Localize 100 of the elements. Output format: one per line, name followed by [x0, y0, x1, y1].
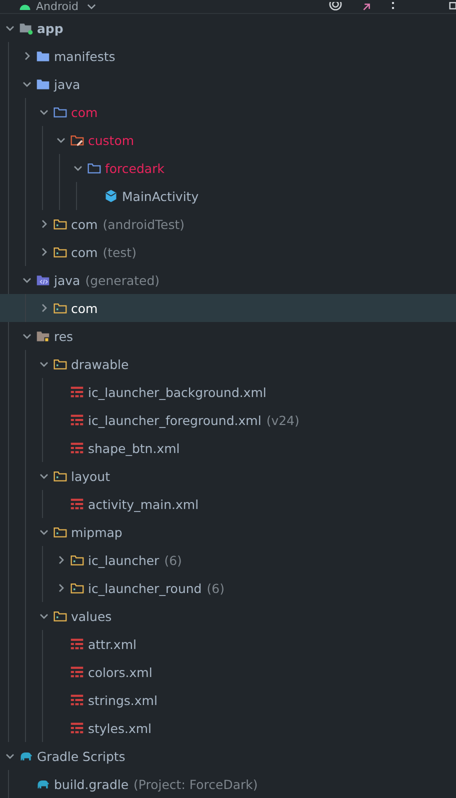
- item-label: colors.xml: [88, 664, 152, 680]
- item-note: (test): [102, 244, 136, 260]
- folder-icon: [53, 609, 67, 623]
- folder-icon: [53, 469, 67, 483]
- tree-item[interactable]: com: [0, 294, 456, 322]
- tree-item[interactable]: res: [0, 322, 456, 350]
- item-label: com: [71, 216, 98, 232]
- item-label: build.gradle: [54, 776, 129, 792]
- tree-item[interactable]: java: [0, 70, 456, 98]
- item-note: (v24): [266, 412, 300, 428]
- tree-item[interactable]: app: [0, 14, 456, 42]
- tree-item[interactable]: strings.xml: [0, 686, 456, 714]
- chevron-down-icon[interactable]: [22, 331, 32, 341]
- chevron-down-icon[interactable]: [5, 23, 15, 33]
- file-lines-icon: [70, 693, 84, 707]
- chevron-right-icon[interactable]: [22, 51, 32, 61]
- chevron-down-icon[interactable]: [22, 275, 32, 285]
- folder-icon: [53, 217, 67, 231]
- tree-item[interactable]: attr.xml: [0, 630, 456, 658]
- view-selector[interactable]: Android: [36, 0, 79, 12]
- folder-icon: [70, 553, 84, 567]
- file-lines-icon: [70, 665, 84, 679]
- tree-item[interactable]: values: [0, 602, 456, 630]
- chevron-down-icon[interactable]: [39, 611, 49, 621]
- chevron-right-icon[interactable]: [39, 303, 49, 313]
- item-label: manifests: [54, 48, 116, 64]
- item-label: ic_launcher_foreground.xml: [88, 412, 262, 428]
- tree-item[interactable]: activity_main.xml: [0, 490, 456, 518]
- tree-item[interactable]: java (generated): [0, 266, 456, 294]
- item-label: mipmap: [71, 524, 122, 540]
- item-label: com: [71, 300, 98, 316]
- item-label: app: [37, 20, 64, 36]
- folder-icon: [87, 161, 101, 175]
- item-label: java: [54, 272, 80, 288]
- chevron-down-icon[interactable]: [73, 163, 83, 173]
- chevron-right-icon[interactable]: [56, 555, 66, 565]
- window-icon[interactable]: [449, 2, 456, 12]
- cube-icon: [104, 189, 118, 203]
- file-lines-icon: [70, 497, 84, 511]
- item-label: com: [71, 104, 98, 120]
- file-lines-icon: [70, 721, 84, 735]
- folder-icon: [53, 105, 67, 119]
- item-note: (Project: ForceDark): [134, 776, 258, 792]
- chevron-down-icon[interactable]: [39, 107, 49, 117]
- tree-item[interactable]: ic_launcher_foreground.xml (v24): [0, 406, 456, 434]
- tree-item[interactable]: custom: [0, 126, 456, 154]
- tree-item[interactable]: ic_launcher_background.xml: [0, 378, 456, 406]
- more-icon[interactable]: [391, 2, 395, 12]
- folder-icon: [53, 357, 67, 371]
- item-label: res: [54, 328, 74, 344]
- tree-item[interactable]: styles.xml: [0, 714, 456, 742]
- chevron-down-icon[interactable]: [39, 527, 49, 537]
- tree-item[interactable]: com: [0, 98, 456, 126]
- item-note: (6): [164, 552, 182, 568]
- chevron-right-icon[interactable]: [56, 583, 66, 593]
- file-lines-icon: [70, 637, 84, 651]
- tree-item[interactable]: colors.xml: [0, 658, 456, 686]
- folder-pencil-icon: [70, 133, 84, 147]
- folder-icon: [36, 77, 50, 91]
- file-lines-icon: [70, 413, 84, 427]
- chevron-right-icon[interactable]: [39, 219, 49, 229]
- tree-item[interactable]: shape_btn.xml: [0, 434, 456, 462]
- item-label: activity_main.xml: [88, 496, 199, 512]
- tree-item[interactable]: manifests: [0, 42, 456, 70]
- item-note: (generated): [85, 272, 160, 288]
- tree-item[interactable]: mipmap: [0, 518, 456, 546]
- item-label: java: [54, 76, 80, 92]
- item-note: (androidTest): [102, 216, 185, 232]
- tree-item[interactable]: forcedark: [0, 154, 456, 182]
- item-note: (6): [206, 580, 224, 596]
- target-icon[interactable]: [329, 2, 342, 12]
- folder-icon: [53, 245, 67, 259]
- tree-item[interactable]: drawable: [0, 350, 456, 378]
- chevron-down-icon[interactable]: [22, 79, 32, 89]
- module-folder-icon: [19, 21, 33, 35]
- tree-item[interactable]: com (androidTest): [0, 210, 456, 238]
- chevron-down-icon[interactable]: [39, 471, 49, 481]
- folder-icon: [53, 301, 67, 315]
- chevron-down-icon[interactable]: [56, 135, 66, 145]
- chevron-right-icon[interactable]: [39, 247, 49, 257]
- caret-icon[interactable]: [86, 4, 96, 10]
- tree-item[interactable]: ic_launcher_round (6): [0, 574, 456, 602]
- tree-item[interactable]: MainActivity: [0, 182, 456, 210]
- item-label: styles.xml: [88, 720, 152, 736]
- tree-item[interactable]: ic_launcher (6): [0, 546, 456, 574]
- tree-item[interactable]: build.gradle (Project: ForceDark): [0, 770, 456, 798]
- code-folder-icon: [36, 273, 50, 287]
- tree-item[interactable]: layout: [0, 462, 456, 490]
- folder-icon: [53, 525, 67, 539]
- item-label: MainActivity: [122, 188, 199, 204]
- folder-icon: [36, 49, 50, 63]
- item-label: ic_launcher: [88, 552, 160, 568]
- android-icon: [18, 2, 32, 11]
- item-label: Gradle Scripts: [37, 748, 126, 764]
- tree-item[interactable]: com (test): [0, 238, 456, 266]
- tree-item[interactable]: Gradle Scripts: [0, 742, 456, 770]
- item-label: values: [71, 608, 112, 624]
- chevron-down-icon[interactable]: [39, 359, 49, 369]
- item-label: layout: [71, 468, 110, 484]
- chevron-down-icon[interactable]: [5, 751, 15, 761]
